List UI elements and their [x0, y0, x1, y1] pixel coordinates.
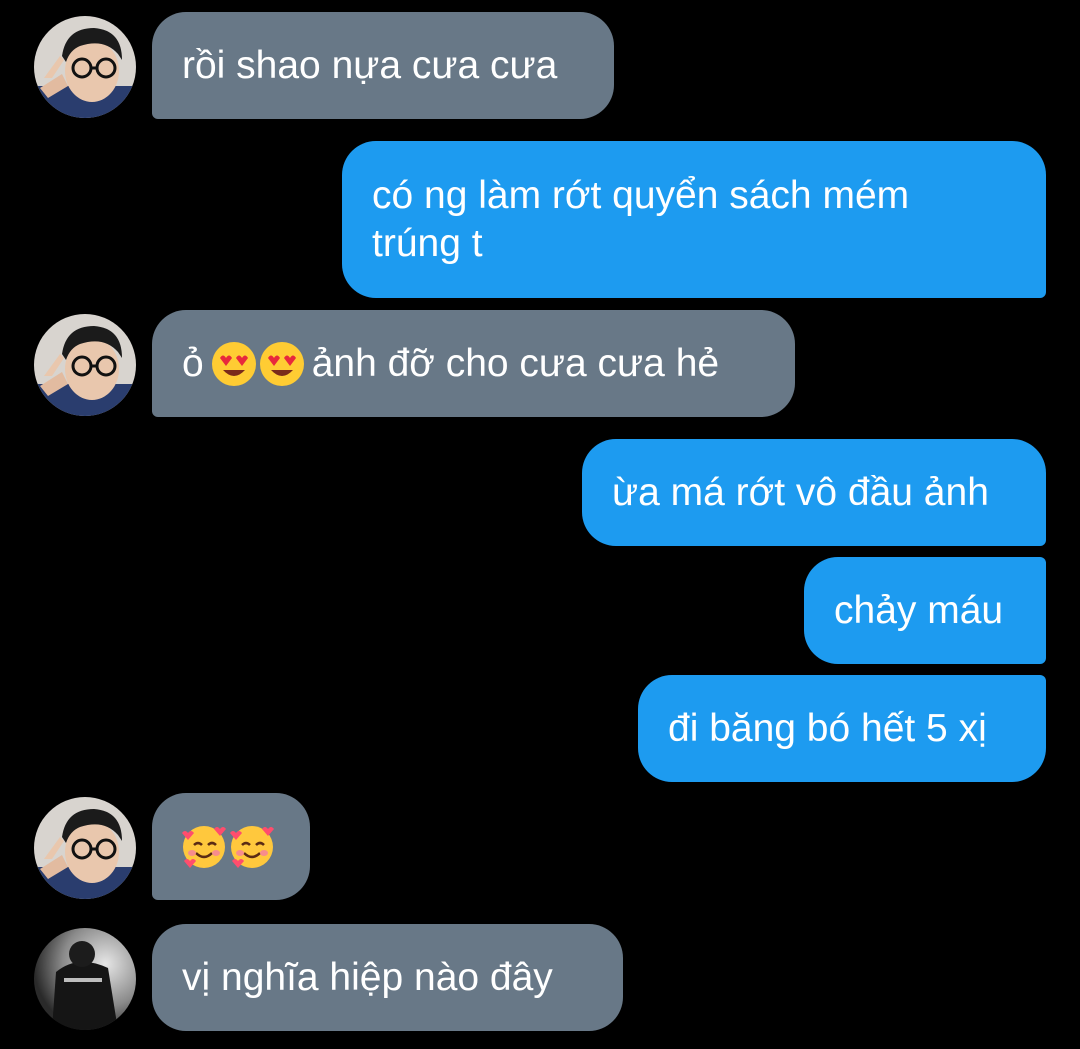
message-text: có ng làm rớt quyển sách mém trúng t — [372, 173, 910, 265]
message-bubble-sent[interactable]: ừa má rớt vô đầu ảnh — [582, 439, 1046, 546]
contact-avatar-2[interactable] — [34, 928, 136, 1030]
message-text: vị nghĩa hiệp nào đây — [182, 955, 553, 999]
message-bubble-sent[interactable]: đi băng bó hết 5 xị — [638, 675, 1046, 782]
message-text-suffix: ảnh đỡ cho cưa cưa hẻ — [311, 341, 720, 385]
smiling-face-with-hearts-emoji — [228, 823, 276, 871]
message-text: đi băng bó hết 5 xị — [668, 706, 987, 750]
message-text: rồi shao nựa cưa cưa — [182, 43, 558, 87]
contact-avatar[interactable] — [34, 797, 136, 899]
smiling-face-with-hearts-emoji — [180, 823, 228, 871]
message-bubble-received[interactable]: ỏ ảnh đỡ cho cưa cưa hẻ — [152, 310, 795, 417]
message-bubble-received[interactable] — [152, 793, 310, 900]
message-text: chảy máu — [834, 588, 1004, 632]
message-text-prefix: ỏ — [182, 341, 204, 385]
message-bubble-sent[interactable]: chảy máu — [804, 557, 1046, 664]
heart-eyes-emoji — [258, 340, 306, 388]
message-bubble-received[interactable]: vị nghĩa hiệp nào đây — [152, 924, 623, 1031]
message-bubble-received[interactable]: rồi shao nựa cưa cưa — [152, 12, 614, 119]
message-bubble-sent[interactable]: có ng làm rớt quyển sách mém trúng t — [342, 141, 1046, 298]
heart-eyes-emoji — [210, 340, 258, 388]
contact-avatar[interactable] — [34, 16, 136, 118]
contact-avatar[interactable] — [34, 314, 136, 416]
message-text: ừa má rớt vô đầu ảnh — [612, 470, 989, 514]
